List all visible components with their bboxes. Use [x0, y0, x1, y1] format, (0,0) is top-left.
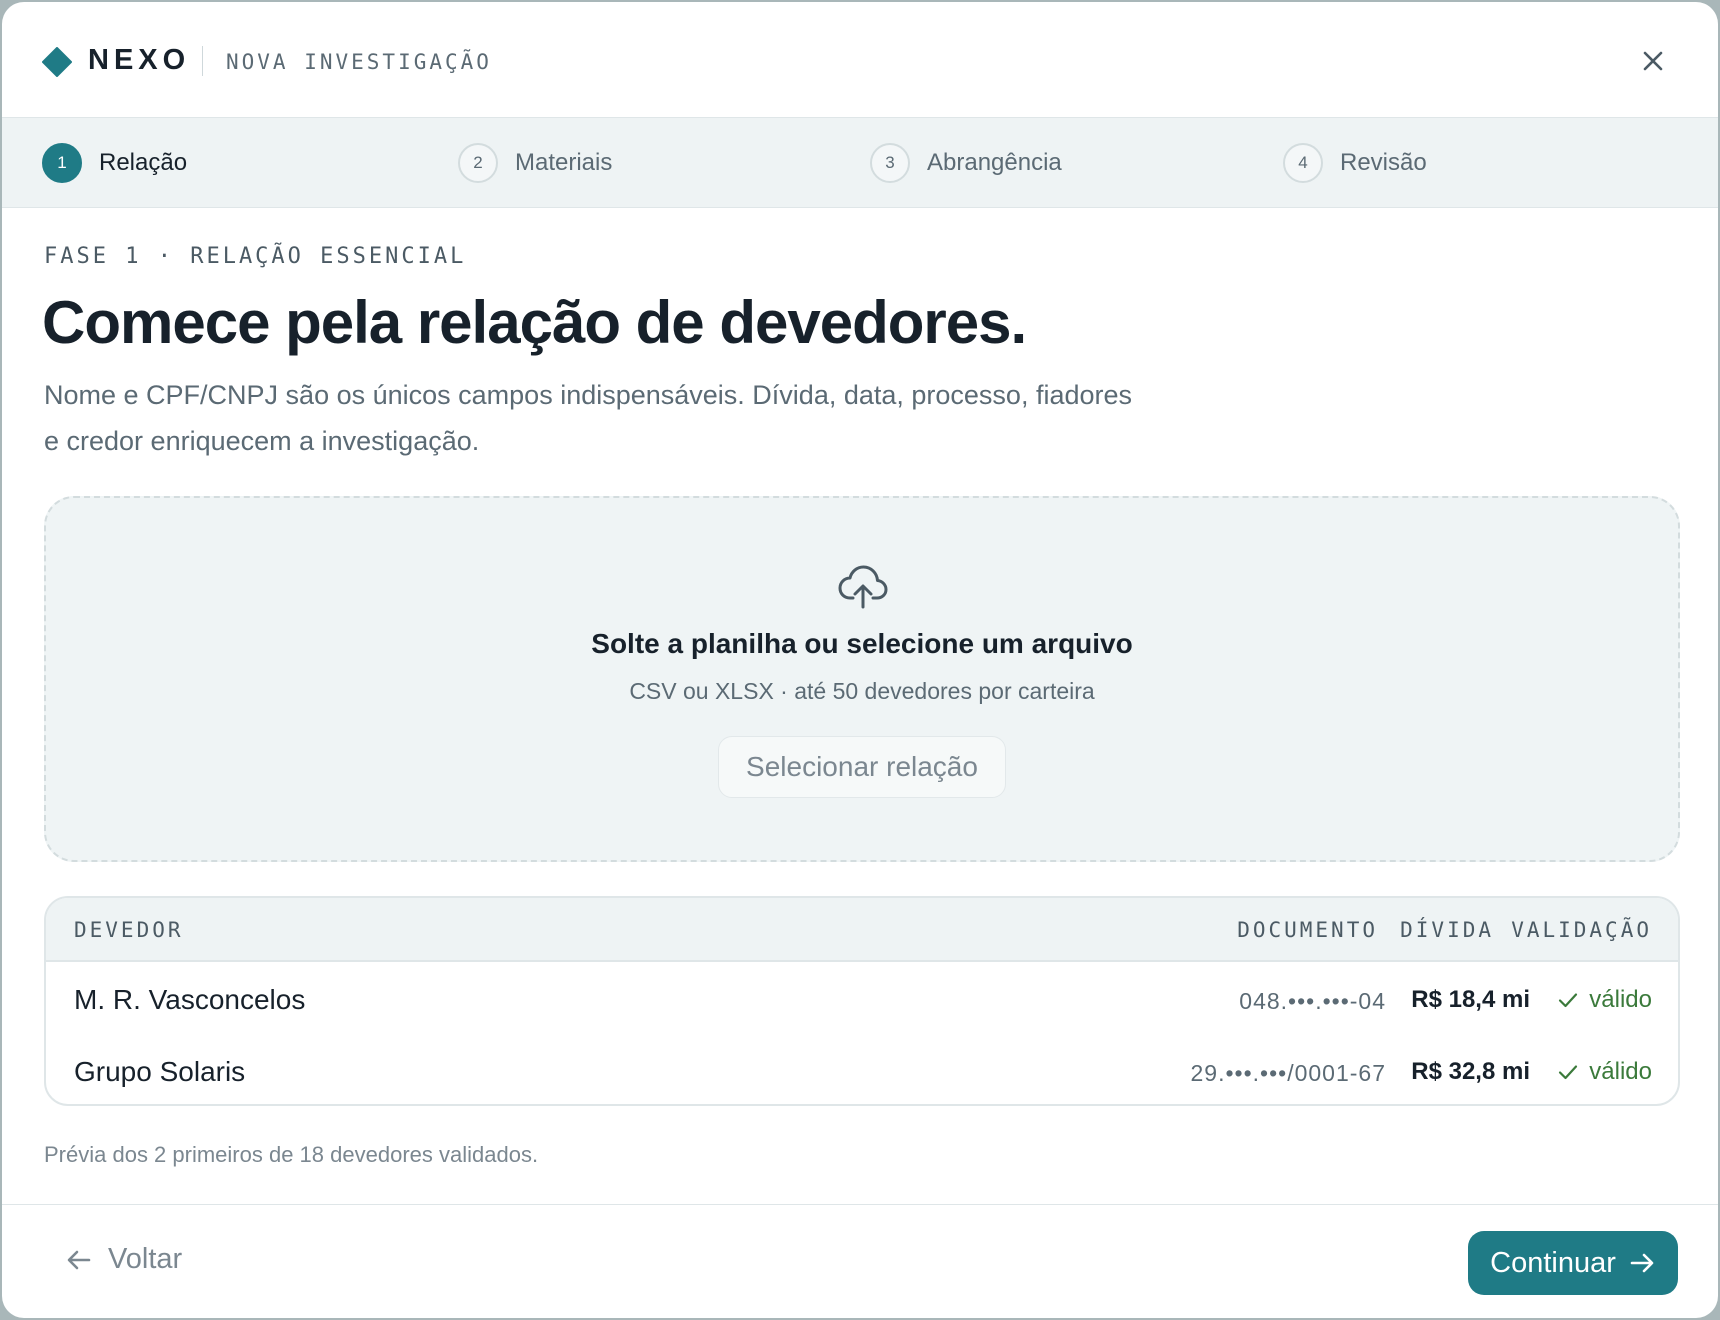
dropzone-title: Solte a planilha ou selecione um arquivo [591, 628, 1133, 659]
debtor-document: 048.•••.•••-04 [1239, 988, 1386, 1014]
step-number: 4 [1283, 143, 1323, 183]
debtor-document: 29.•••.•••/0001-67 [1190, 1060, 1386, 1086]
step-label: Revisão [1340, 149, 1427, 176]
cloud-upload-icon [838, 565, 888, 609]
column-header-debt: DÍVIDA [1400, 918, 1494, 942]
brand-divider [202, 46, 203, 76]
page-description: Nome e CPF/CNPJ são os únicos campos ind… [44, 372, 1244, 464]
step-number: 2 [458, 143, 498, 183]
validation-status: válido [1557, 1058, 1652, 1086]
step-revisao[interactable]: 4 Revisão [1283, 142, 1427, 184]
validation-label: válido [1589, 986, 1652, 1013]
dropzone-subtitle: CSV ou XLSX · até 50 devedores por carte… [629, 678, 1095, 704]
phase-eyebrow: FASE 1 · RELAÇÃO ESSENCIAL [44, 244, 467, 269]
debtor-debt: R$ 18,4 mi [1411, 986, 1530, 1013]
stepper: 1 Relação 2 Materiais 3 Abrangência 4 Re… [2, 118, 1718, 208]
back-button-label: Voltar [108, 1243, 183, 1275]
column-header-validation: VALIDAÇÃO [1511, 918, 1652, 942]
debtor-debt: R$ 32,8 mi [1411, 1058, 1530, 1085]
table-header: DEVEDOR DOCUMENTO DÍVIDA VALIDAÇÃO [46, 898, 1678, 962]
continue-button[interactable]: Continuar [1468, 1231, 1678, 1295]
debtor-name: M. R. Vasconcelos [74, 984, 306, 1015]
description-line: Nome e CPF/CNPJ são os únicos campos ind… [44, 380, 1133, 410]
select-file-button[interactable]: Selecionar relação [718, 736, 1006, 798]
check-icon [1559, 993, 1578, 1008]
back-button[interactable]: Voltar [64, 1243, 182, 1276]
step-label: Relação [99, 149, 188, 176]
step-relacao[interactable]: 1 Relação [42, 142, 187, 184]
validation-status: válido [1557, 986, 1652, 1014]
continue-button-label: Continuar [1490, 1246, 1616, 1279]
step-number: 3 [870, 143, 910, 183]
table-row: Grupo Solaris 29.•••.•••/0001-67 R$ 32,8… [46, 1036, 1678, 1104]
file-dropzone[interactable]: Solte a planilha ou selecione um arquivo… [44, 496, 1680, 862]
step-label: Materiais [515, 149, 613, 176]
debtors-preview-table: DEVEDOR DOCUMENTO DÍVIDA VALIDAÇÃO M. R.… [44, 896, 1680, 1106]
new-investigation-modal: NEXO NOVA INVESTIGAÇÃO 1 Relação 2 Mater… [2, 2, 1718, 1318]
debtor-name: Grupo Solaris [74, 1056, 246, 1087]
brand-name: NEXO [88, 44, 191, 76]
step-materiais[interactable]: 2 Materiais [458, 142, 612, 184]
logo-icon [42, 47, 72, 77]
arrow-right-icon [1630, 1253, 1654, 1273]
table-row: M. R. Vasconcelos 048.•••.•••-04 R$ 18,4… [46, 964, 1678, 1034]
step-number: 1 [42, 143, 82, 183]
close-icon[interactable] [1636, 44, 1670, 78]
modal-subtitle: NOVA INVESTIGAÇÃO [226, 50, 492, 74]
step-label: Abrangência [927, 149, 1062, 176]
page-title: Comece pela relação de devedores. [42, 289, 1027, 356]
column-header-document: DOCUMENTO [1237, 918, 1378, 942]
step-abrangencia[interactable]: 3 Abrangência [870, 142, 1062, 184]
modal-footer: Voltar Continuar [2, 1204, 1718, 1318]
preview-footnote: Prévia dos 2 primeiros de 18 devedores v… [44, 1142, 539, 1167]
description-line: e credor enriquecem a investigação. [44, 426, 480, 456]
column-header-debtor: DEVEDOR [74, 918, 184, 942]
validation-label: válido [1589, 1058, 1652, 1085]
check-icon [1559, 1065, 1578, 1080]
arrow-left-icon [67, 1250, 91, 1269]
modal-header: NEXO NOVA INVESTIGAÇÃO [2, 2, 1718, 118]
